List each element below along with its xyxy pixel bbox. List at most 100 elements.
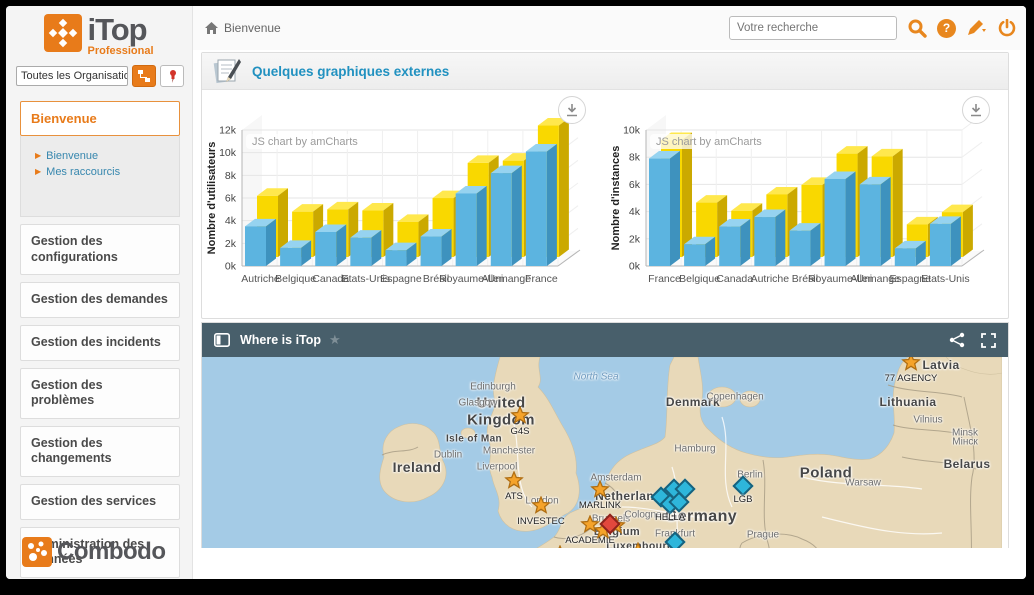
sidebar-section[interactable]: Gestion des services — [20, 484, 180, 520]
share-icon[interactable] — [949, 332, 965, 348]
fullscreen-icon[interactable] — [981, 333, 996, 348]
download-icon — [566, 104, 578, 117]
map-marker-diamond-cyan[interactable] — [664, 531, 685, 548]
sidebar-submenu-item[interactable]: ▶Bienvenue — [35, 150, 171, 162]
city-label: Minsk — [952, 428, 978, 439]
sidebar-item-bienvenue-active[interactable]: Bienvenue — [20, 101, 180, 136]
svg-text:Nombre d'instances: Nombre d'instances — [610, 146, 622, 251]
charts-row: 0k2k4k6k8k10k12kAutricheBelgiqueCanadaEt… — [202, 90, 1008, 318]
hierarchy-button[interactable] — [132, 65, 156, 87]
city-label: Cologne — [624, 510, 661, 521]
svg-text:JS chart by amCharts: JS chart by amCharts — [252, 136, 358, 148]
bar3d-chart-svg: 0k2k4k6k8k10k12kAutricheBelgiqueCanadaEt… — [202, 108, 600, 308]
topbar: Bienvenue ? — [193, 6, 1026, 50]
country-label: Ireland — [393, 459, 442, 475]
sidebar-section[interactable]: Gestion des demandes — [20, 282, 180, 318]
pushpin-icon — [166, 69, 178, 83]
city-label: Мінск — [952, 437, 977, 448]
city-label: Edinburgh — [470, 382, 516, 393]
sidebar-sections: Gestion des configurations Gestion des de… — [20, 224, 180, 579]
map-marker-star[interactable] — [591, 480, 610, 504]
map-marker-star[interactable] — [505, 471, 524, 495]
svg-text:Canada: Canada — [716, 273, 753, 285]
power-icon — [998, 19, 1016, 37]
svg-text:Belgique: Belgique — [275, 273, 316, 285]
svg-text:Espagne: Espagne — [380, 273, 422, 285]
bar3d-chart-svg: 0k2k4k6k8k10kFranceBelgiqueCanadaAutrich… — [606, 108, 1004, 308]
svg-text:4k: 4k — [225, 215, 237, 227]
itop-logo[interactable]: iTop Professional — [6, 6, 192, 57]
chart-download-button[interactable] — [962, 96, 990, 124]
arrow-bullet-icon: ▶ — [35, 151, 41, 160]
svg-text:Etats-Unis: Etats-Unis — [921, 273, 969, 285]
app-window: iTop Professional Toutes les Organisatio… — [6, 6, 1026, 579]
svg-text:Nombre d'utilisateurs: Nombre d'utilisateurs — [206, 142, 218, 255]
svg-text:6k: 6k — [225, 193, 237, 205]
edit-menu-button[interactable] — [966, 19, 988, 37]
sidebar-section[interactable]: Gestion des incidents — [20, 325, 180, 361]
dashboard-title: Quelques graphiques externes — [252, 64, 449, 79]
svg-text:10k: 10k — [623, 125, 641, 137]
pin-menu-button[interactable] — [160, 65, 184, 87]
svg-text:JS chart by amCharts: JS chart by amCharts — [656, 136, 762, 148]
chart-download-button[interactable] — [558, 96, 586, 124]
home-icon — [205, 22, 218, 34]
search-icon — [907, 18, 927, 38]
pencil-icon — [966, 19, 988, 37]
svg-text:Belgique: Belgique — [679, 273, 720, 285]
svg-text:France: France — [648, 273, 681, 285]
svg-text:4k: 4k — [629, 206, 641, 218]
chart-users: 0k2k4k6k8k10k12kAutricheBelgiqueCanadaEt… — [202, 94, 600, 316]
help-button[interactable]: ? — [937, 19, 956, 38]
svg-text:10k: 10k — [219, 147, 237, 159]
combodo-logo-icon — [22, 537, 52, 567]
svg-text:Autriche: Autriche — [241, 273, 280, 285]
sidebar-section[interactable]: Gestion des problèmes — [20, 368, 180, 419]
svg-text:2k: 2k — [629, 233, 641, 245]
search-input[interactable] — [729, 16, 897, 40]
main-area: Bienvenue ? — [193, 6, 1026, 579]
city-label: Copenhagen — [706, 392, 763, 403]
combodo-logo[interactable]: Combodo — [22, 537, 165, 567]
map-panel: Where is iTop ★ — [201, 322, 1009, 548]
city-label: Dublin — [434, 450, 462, 461]
logo-title: iTop — [87, 14, 153, 45]
sidebar: iTop Professional Toutes les Organisatio… — [6, 6, 193, 579]
search-button[interactable] — [907, 18, 927, 38]
map-panel-header: Where is iTop ★ — [202, 323, 1008, 357]
city-label: Warsaw — [845, 478, 881, 489]
dashboard-panel: Quelques graphiques externes 0k2k4k6k8k1… — [201, 52, 1009, 319]
logout-button[interactable] — [998, 19, 1016, 37]
map-marker-star[interactable] — [629, 542, 648, 548]
dashboard-panel-header: Quelques graphiques externes — [202, 53, 1008, 90]
map-title: Where is iTop — [240, 333, 321, 347]
map-marker-star[interactable] — [532, 496, 551, 520]
map-marker-star[interactable] — [511, 406, 530, 430]
breadcrumb[interactable]: Bienvenue — [205, 21, 281, 35]
country-label: Germany — [665, 508, 737, 526]
logo-subtitle: Professional — [87, 46, 153, 57]
map-canvas[interactable]: North SeaUnited KingdomIrelandIsle of Ma… — [202, 357, 1002, 548]
map-marker-star[interactable] — [902, 357, 921, 377]
svg-text:8k: 8k — [629, 152, 641, 164]
map-marker-diamond-cyan[interactable] — [732, 475, 753, 496]
panel-toggle-icon[interactable] — [214, 333, 230, 347]
map-marker-star[interactable] — [551, 545, 570, 548]
country-label: Belarus — [944, 457, 991, 471]
organization-select[interactable]: Toutes les Organisatior▼ — [16, 66, 128, 86]
city-label: Hamburg — [674, 444, 715, 455]
sidebar-section[interactable]: Gestion des changements — [20, 426, 180, 477]
country-label: Denmark — [666, 395, 720, 409]
country-label: Isle of Man — [446, 434, 502, 445]
combodo-logo-text: Combodo — [57, 538, 165, 566]
svg-text:6k: 6k — [629, 179, 641, 191]
sidebar-submenu-item[interactable]: ▶Mes raccourcis — [35, 166, 171, 178]
favorite-star-icon[interactable]: ★ — [329, 332, 341, 348]
country-label: United Kingdom — [459, 396, 543, 429]
svg-text:12k: 12k — [219, 125, 237, 137]
itop-logo-icon — [44, 14, 82, 52]
sidebar-section[interactable]: Gestion des configurations — [20, 224, 180, 275]
breadcrumb-label: Bienvenue — [224, 21, 281, 35]
city-label: Prague — [747, 530, 779, 541]
city-label: Glasgow — [459, 398, 498, 409]
